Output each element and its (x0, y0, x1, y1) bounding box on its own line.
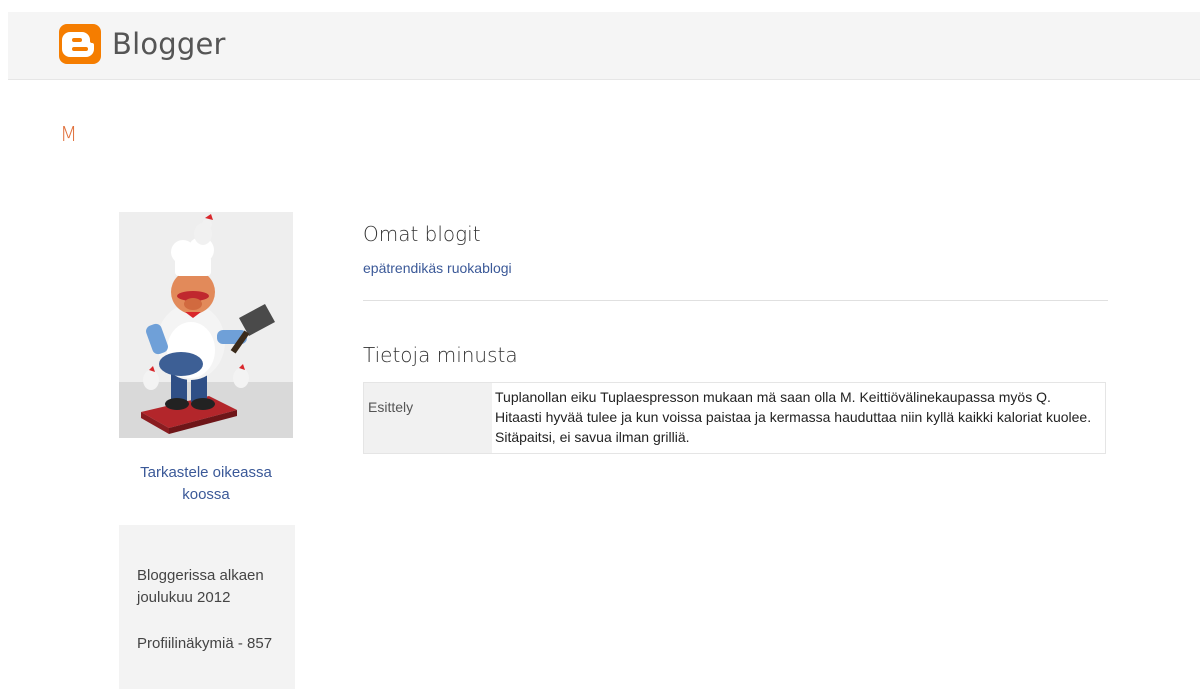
view-full-size-link[interactable]: Tarkastele oikeassa koossa (119, 462, 293, 506)
profile-stats: Bloggerissa alkaen joulukuu 2012 Profiil… (119, 525, 295, 689)
blog-link[interactable]: epätrendikäs ruokablogi (363, 260, 512, 276)
blogger-logo-icon[interactable] (59, 24, 101, 64)
member-since: Bloggerissa alkaen joulukuu 2012 (137, 567, 264, 606)
blogger-b-glyph (62, 32, 94, 57)
intro-text: Tuplanollan eiku Tuplaespresson mukaan m… (495, 389, 1092, 445)
about-table: Esittely Tuplanollan eiku Tuplaespresson… (363, 382, 1106, 454)
about-me-heading: Tietoja minusta (363, 343, 518, 367)
chef-figurine-photo[interactable] (119, 212, 293, 438)
brand-name[interactable]: Blogger (112, 26, 226, 62)
profile-photo (119, 212, 293, 438)
top-bar: Blogger (8, 12, 1200, 80)
section-divider (363, 300, 1108, 301)
intro-label: Esittely (364, 383, 492, 453)
my-blogs-heading: Omat blogit (363, 222, 481, 246)
profile-views: Profiilinäkymiä - 857 (137, 635, 273, 652)
profile-name: M (60, 122, 78, 146)
